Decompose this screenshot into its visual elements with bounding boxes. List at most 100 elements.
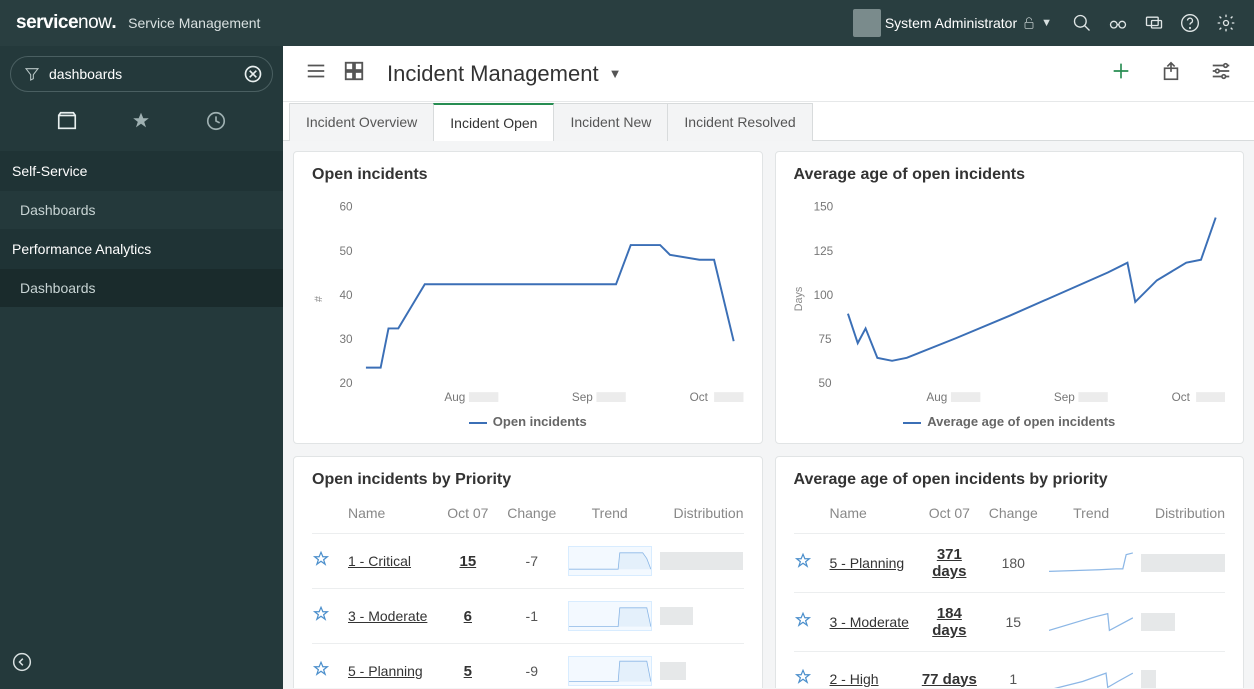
filter-input[interactable] bbox=[10, 56, 273, 92]
priority-link[interactable]: 1 - Critical bbox=[348, 553, 432, 569]
svg-text:Sep: Sep bbox=[572, 391, 593, 404]
nav-icon-row bbox=[0, 100, 283, 151]
y-axis-label: Days bbox=[794, 287, 805, 312]
gear-icon[interactable] bbox=[1214, 11, 1238, 35]
collapse-nav-button[interactable] bbox=[12, 652, 32, 677]
history-icon[interactable] bbox=[205, 110, 227, 137]
nav-item-dashboards-1[interactable]: Dashboards bbox=[0, 191, 283, 229]
change-cell: 15 bbox=[985, 614, 1041, 630]
svg-text:Sep: Sep bbox=[1053, 391, 1074, 404]
logo-service: service bbox=[16, 12, 78, 33]
col-date: Oct 07 bbox=[440, 505, 496, 521]
clear-filter-icon[interactable] bbox=[243, 64, 263, 89]
svg-text:50: 50 bbox=[339, 245, 353, 258]
svg-text:Oct: Oct bbox=[1171, 391, 1190, 404]
table-header: Name Oct 07 Change Trend Distribution bbox=[312, 505, 744, 533]
nav-item-dashboards-2[interactable]: Dashboards bbox=[0, 269, 283, 307]
col-change: Change bbox=[985, 505, 1041, 521]
change-cell: 180 bbox=[985, 555, 1041, 571]
chat-icon[interactable] bbox=[1142, 11, 1166, 35]
priority-link[interactable]: 3 - Moderate bbox=[348, 608, 432, 624]
widget-title: Average age of open incidents bbox=[794, 166, 1226, 184]
svg-text:125: 125 bbox=[813, 245, 833, 258]
table-row: 1 - Critical 15 -7 bbox=[312, 533, 744, 588]
value-cell[interactable]: 6 bbox=[440, 608, 496, 625]
trend-sparkline bbox=[568, 656, 652, 686]
widget-open-by-priority: Open incidents by Priority Name Oct 07 C… bbox=[293, 456, 763, 688]
trend-sparkline bbox=[1049, 548, 1133, 578]
all-apps-icon[interactable] bbox=[56, 110, 78, 137]
grid-icon[interactable] bbox=[343, 60, 365, 87]
table-row: 5 - Planning 5 -9 bbox=[312, 643, 744, 688]
dashboard-header: Incident Management ▼ bbox=[283, 46, 1254, 102]
priority-table: Name Oct 07 Change Trend Distribution 1 … bbox=[312, 505, 744, 688]
line-series-age bbox=[847, 218, 1215, 361]
star-button[interactable] bbox=[312, 605, 340, 628]
chart-legend: Average age of open incidents bbox=[794, 414, 1226, 429]
age-priority-table: Name Oct 07 Change Trend Distribution 5 … bbox=[794, 505, 1226, 688]
dashboard-title[interactable]: Incident Management bbox=[387, 61, 599, 87]
priority-link[interactable]: 5 - Planning bbox=[830, 555, 914, 571]
svg-text:Aug: Aug bbox=[926, 391, 947, 404]
star-button[interactable] bbox=[794, 552, 822, 575]
tab-incident-open[interactable]: Incident Open bbox=[433, 103, 554, 141]
config-icon[interactable] bbox=[1210, 60, 1232, 87]
col-distribution: Distribution bbox=[1141, 505, 1225, 521]
widget-title: Average age of open incidents by priorit… bbox=[794, 471, 1226, 489]
share-icon[interactable] bbox=[1160, 60, 1182, 87]
user-avatar[interactable] bbox=[853, 9, 881, 37]
value-cell[interactable]: 5 bbox=[440, 663, 496, 680]
col-change: Change bbox=[504, 505, 560, 521]
star-button[interactable] bbox=[794, 668, 822, 689]
dashboard-tabs: Incident Overview Incident Open Incident… bbox=[283, 102, 1254, 141]
widget-avg-age: Average age of open incidents Days 150 1… bbox=[775, 151, 1245, 444]
line-series-open bbox=[366, 245, 734, 368]
funnel-icon bbox=[24, 66, 40, 87]
logo: servicenow. bbox=[16, 12, 116, 34]
product-name: Service Management bbox=[128, 15, 260, 31]
dashboard-body: Open incidents # 60 50 40 30 20 Aug Sep … bbox=[283, 141, 1254, 688]
star-button[interactable] bbox=[312, 660, 340, 683]
value-cell[interactable]: 184 days bbox=[921, 605, 977, 639]
priority-link[interactable]: 5 - Planning bbox=[348, 663, 432, 679]
svg-text:60: 60 bbox=[339, 201, 353, 214]
tab-incident-overview[interactable]: Incident Overview bbox=[289, 103, 434, 141]
value-cell[interactable]: 15 bbox=[440, 553, 496, 570]
value-cell[interactable]: 77 days bbox=[921, 671, 977, 688]
chart-open-incidents: # 60 50 40 30 20 Aug Sep Oct bbox=[312, 194, 744, 404]
svg-text:150: 150 bbox=[813, 201, 833, 214]
distribution-bar bbox=[660, 662, 744, 680]
change-cell: -1 bbox=[504, 608, 560, 624]
star-button[interactable] bbox=[794, 611, 822, 634]
distribution-bar bbox=[1141, 613, 1225, 631]
tab-incident-resolved[interactable]: Incident Resolved bbox=[667, 103, 812, 141]
table-row: 5 - Planning 371 days 180 bbox=[794, 533, 1226, 592]
distribution-bar bbox=[660, 607, 744, 625]
nav-section-self-service[interactable]: Self-Service bbox=[0, 151, 283, 191]
user-name[interactable]: System Administrator bbox=[885, 15, 1017, 31]
add-widget-button[interactable] bbox=[1110, 60, 1132, 87]
elevate-role-button[interactable]: ▼ bbox=[1021, 15, 1052, 31]
help-icon[interactable] bbox=[1178, 11, 1202, 35]
search-icon[interactable] bbox=[1070, 11, 1094, 35]
left-nav: Self-Service Dashboards Performance Anal… bbox=[0, 46, 283, 689]
glasses-icon[interactable] bbox=[1106, 11, 1130, 35]
svg-text:75: 75 bbox=[818, 333, 832, 346]
table-header: Name Oct 07 Change Trend Distribution bbox=[794, 505, 1226, 533]
priority-link[interactable]: 3 - Moderate bbox=[830, 614, 914, 630]
widget-title: Open incidents by Priority bbox=[312, 471, 744, 489]
distribution-bar bbox=[1141, 670, 1225, 688]
menu-icon[interactable] bbox=[305, 60, 327, 87]
dashboard-picker-caret[interactable]: ▼ bbox=[609, 66, 622, 81]
widget-open-incidents: Open incidents # 60 50 40 30 20 Aug Sep … bbox=[293, 151, 763, 444]
nav-section-performance-analytics[interactable]: Performance Analytics bbox=[0, 229, 283, 269]
favorites-icon[interactable] bbox=[130, 110, 152, 137]
value-cell[interactable]: 371 days bbox=[921, 546, 977, 580]
svg-text:100: 100 bbox=[813, 289, 833, 302]
priority-link[interactable]: 2 - High bbox=[830, 671, 914, 687]
svg-text:20: 20 bbox=[339, 377, 353, 390]
tab-incident-new[interactable]: Incident New bbox=[553, 103, 668, 141]
star-button[interactable] bbox=[312, 550, 340, 573]
svg-text:50: 50 bbox=[818, 377, 832, 390]
trend-sparkline bbox=[1049, 664, 1133, 688]
